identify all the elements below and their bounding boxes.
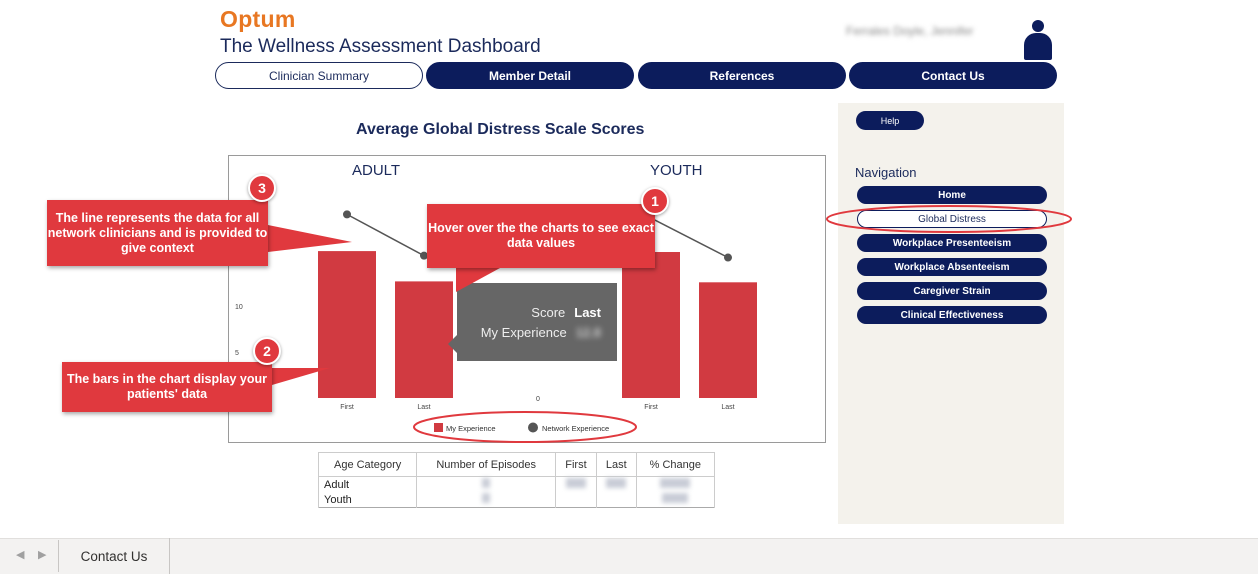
table-cell-redacted (635, 476, 716, 492)
bar-youth-first (622, 252, 680, 398)
callout-badge-2: 2 (253, 337, 281, 365)
table-cell-redacted (555, 476, 597, 492)
nav-item-global-distress[interactable]: Global Distress (857, 210, 1047, 228)
table-cell: Adult (317, 476, 418, 492)
y-tick-label: 10 (235, 304, 243, 311)
table-row: Adult (317, 476, 716, 492)
legend-label: Network Experience (542, 424, 609, 433)
episodes-table: Age Category Number of Episodes First La… (317, 452, 716, 508)
nav-item-caregiver-strain[interactable]: Caregiver Strain (857, 282, 1047, 300)
legend-label: My Experience (446, 424, 496, 433)
panel-label-adult: ADULT (352, 162, 401, 179)
network-point (343, 210, 351, 219)
callout-badge-1: 1 (641, 187, 669, 215)
scroll-left-icon[interactable]: ◀ (16, 548, 24, 561)
bar-youth-last (699, 282, 757, 398)
legend-swatch-my-experience (434, 423, 443, 432)
table-cell-redacted (416, 476, 557, 492)
tooltip-key: My Experience (480, 325, 567, 340)
table-row: Youth (317, 492, 716, 508)
chart-title: Average Global Distress Scale Scores (356, 121, 645, 138)
panel-label-youth: YOUTH (650, 162, 703, 179)
table-cell-redacted (595, 476, 637, 492)
tooltip-value: 12.8 (575, 325, 601, 340)
tab-contact-us[interactable]: Contact Us (849, 62, 1057, 89)
table-cell (595, 492, 637, 508)
table-header: Last (595, 452, 637, 477)
network-point (724, 253, 732, 262)
legend-swatch-network-experience (528, 422, 538, 433)
table-header-row: Age Category Number of Episodes First La… (317, 452, 716, 477)
callout-2: The bars in the chart display your patie… (62, 362, 272, 412)
x-tick-label: Last (417, 404, 430, 411)
nav-item-clinical-effectiveness[interactable]: Clinical Effectiveness (857, 306, 1047, 324)
table-cell (555, 492, 597, 508)
table-header: First (555, 452, 597, 477)
y-tick-label: 0 (536, 396, 540, 403)
nav-item-workplace-presenteeism[interactable]: Workplace Presenteeism (857, 234, 1047, 252)
optum-logo: Optum (220, 6, 296, 32)
app-title: The Wellness Assessment Dashboard (220, 36, 541, 57)
tab-references[interactable]: References (638, 62, 846, 89)
x-tick-label: Last (721, 404, 734, 411)
chart-tooltip: Score Last My Experience 12.8 (457, 283, 617, 361)
tab-clinician-summary[interactable]: Clinician Summary (215, 62, 423, 89)
user-name: Ferrales Doyle, Jennifer (846, 24, 974, 38)
scroll-right-icon[interactable]: ▶ (38, 548, 46, 561)
navigation-heading: Navigation (855, 165, 917, 180)
tooltip-arrow (448, 335, 457, 353)
tooltip-key: Score (531, 305, 566, 320)
network-line-youth (650, 217, 729, 259)
nav-item-workplace-absenteeism[interactable]: Workplace Absenteeism (857, 258, 1047, 276)
user-avatar-icon (1024, 20, 1052, 60)
help-button[interactable]: Help (856, 111, 924, 130)
table-header: % Change (635, 452, 716, 477)
tab-member-detail[interactable]: Member Detail (426, 62, 634, 89)
table-cell: Youth (317, 492, 418, 508)
callout-badge-3: 3 (248, 174, 276, 202)
table-cell-redacted (416, 492, 557, 508)
table-cell-redacted (635, 492, 716, 508)
callout-1: Hover over the the charts to see exact d… (427, 204, 655, 268)
nav-item-home[interactable]: Home (857, 186, 1047, 204)
tooltip-value: Last (574, 305, 601, 320)
bar-adult-first (318, 251, 376, 398)
callout-3: The line represents the data for all net… (47, 200, 268, 266)
bar-adult-last (395, 281, 453, 398)
y-tick-label: 5 (235, 350, 239, 357)
network-line-adult (346, 213, 425, 257)
sheet-tab-contact-us[interactable]: Contact Us (59, 538, 170, 574)
x-tick-label: First (340, 404, 354, 411)
x-tick-label: First (644, 404, 658, 411)
table-header: Age Category (317, 452, 418, 477)
sheet-tab-bar (0, 538, 1258, 574)
table-header: Number of Episodes (416, 452, 557, 477)
